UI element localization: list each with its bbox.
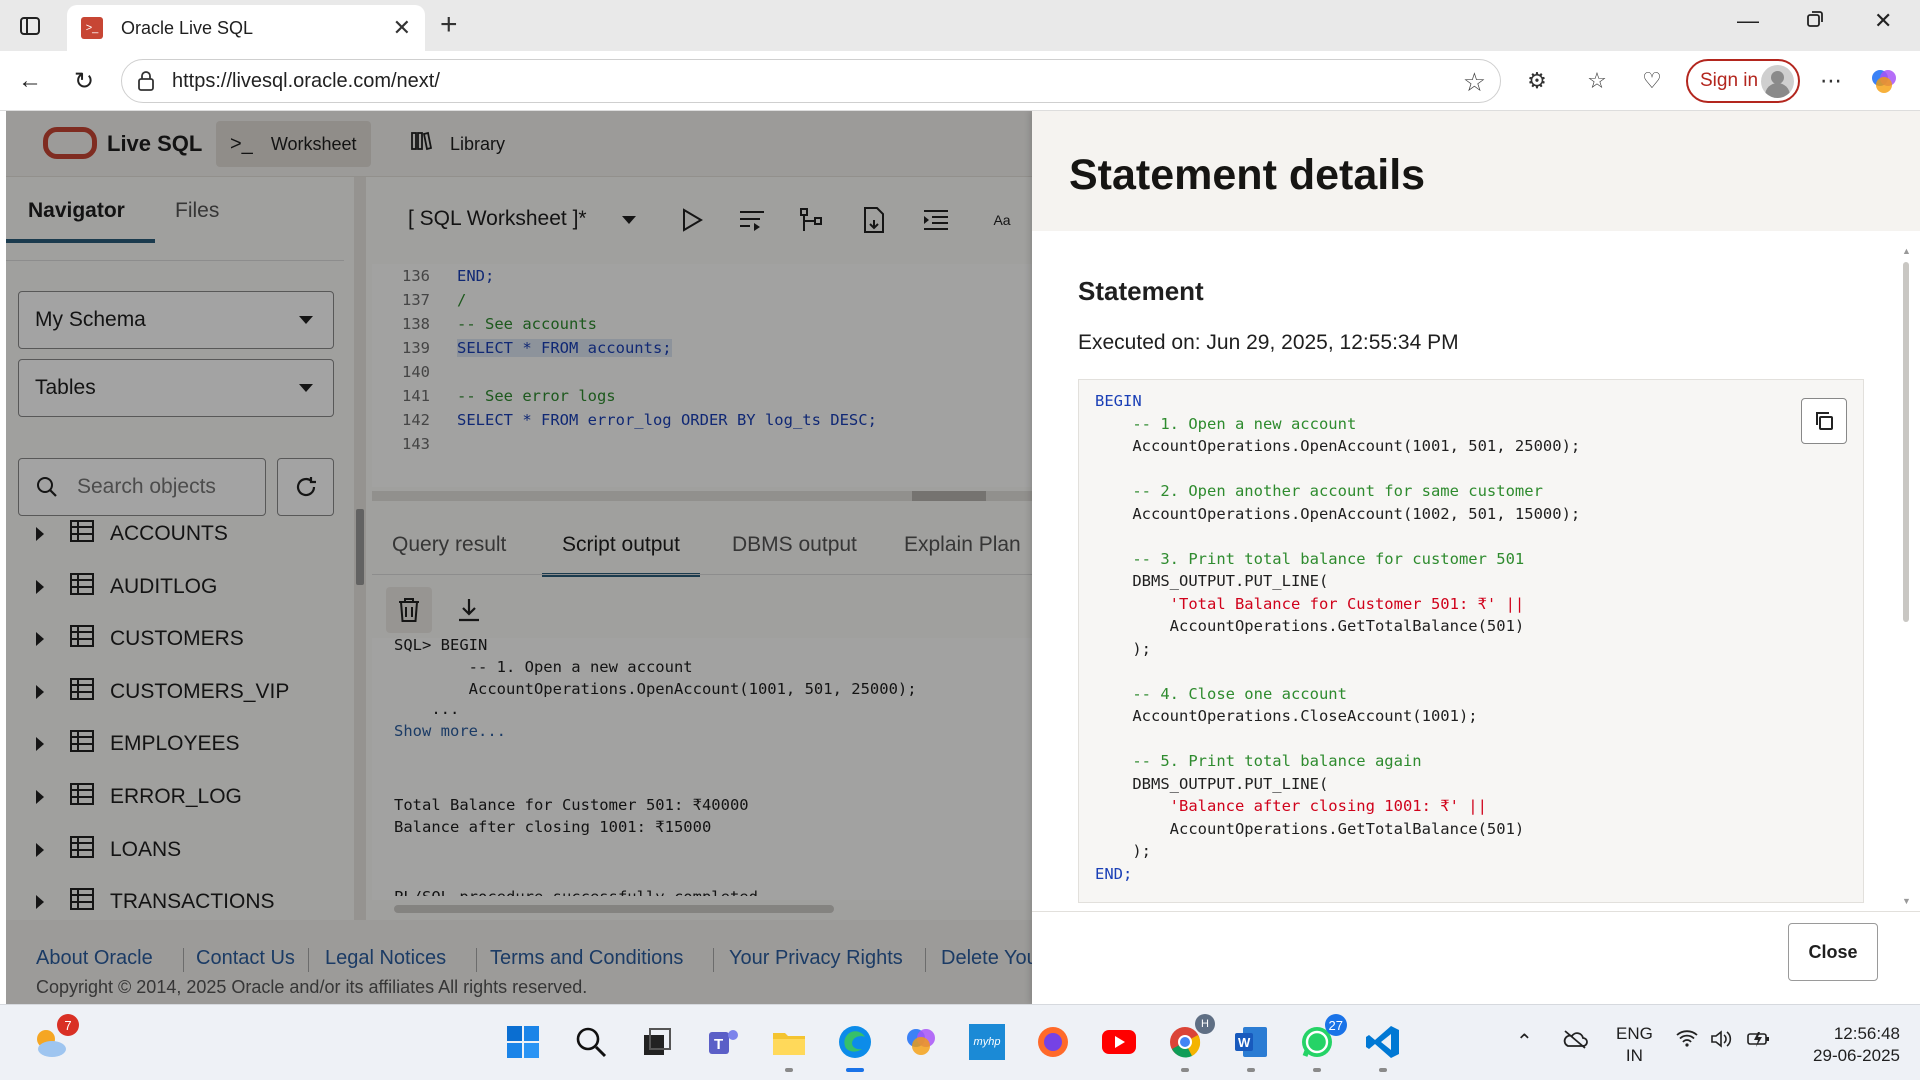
scroll-up-arrow-icon[interactable]: ▲ xyxy=(1902,246,1911,256)
restore-icon[interactable] xyxy=(1806,8,1824,34)
tab-title: Oracle Live SQL xyxy=(121,17,254,38)
clock-date: 29-06-2025 xyxy=(1813,1046,1900,1065)
favorites-icon[interactable]: ☆ xyxy=(1581,65,1613,97)
whatsapp-badge: 27 xyxy=(1324,1014,1347,1036)
new-tab-icon[interactable]: + xyxy=(440,8,458,42)
word-icon[interactable]: W xyxy=(1230,1021,1272,1072)
file-explorer-icon[interactable] xyxy=(768,1021,810,1072)
drawer-title: Statement details xyxy=(1069,151,1426,199)
copilot-icon[interactable] xyxy=(1868,65,1900,97)
divider xyxy=(1032,911,1920,912)
code-line: BEGIN xyxy=(1095,392,1142,410)
code-line: -- 1. Open a new account xyxy=(1095,414,1357,433)
lang-code: ENG xyxy=(1616,1024,1653,1043)
teams-icon[interactable]: T xyxy=(702,1021,744,1063)
running-indicator xyxy=(785,1068,793,1072)
modal-overlay[interactable] xyxy=(6,111,1036,1004)
live-sql-app: Live SQL >_ Worksheet Library Navigator … xyxy=(6,111,1920,1004)
avatar xyxy=(1761,65,1794,98)
copy-icon xyxy=(1816,412,1833,430)
code-line: END; xyxy=(1095,864,1133,883)
minimize-icon[interactable]: — xyxy=(1737,8,1759,34)
whatsapp-icon[interactable]: 27 xyxy=(1296,1014,1347,1072)
reload-icon[interactable]: ↻ xyxy=(66,63,102,99)
active-window-indicator xyxy=(846,1068,864,1072)
browser-tab-bar: >_ Oracle Live SQL ✕ + — ✕ xyxy=(0,0,1920,51)
clock-time: 12:56:48 xyxy=(1833,1024,1900,1043)
code-line: DBMS_OUTPUT.PUT_LINE( xyxy=(1095,572,1329,590)
address-bar-row: ← ↻ https://livesql.oracle.com/next/ ☆ ⚙… xyxy=(0,51,1920,111)
close-tab-icon[interactable]: ✕ xyxy=(393,15,411,41)
lang-region: IN xyxy=(1625,1046,1643,1065)
tab-actions-icon[interactable] xyxy=(14,10,46,42)
start-icon[interactable] xyxy=(502,1021,544,1063)
favorite-star-icon[interactable]: ☆ xyxy=(1463,67,1486,98)
code-line: -- 2. Open another account for same cust… xyxy=(1095,482,1543,500)
firefox-icon[interactable] xyxy=(1032,1021,1074,1063)
url-field[interactable]: https://livesql.oracle.com/next/ ☆ xyxy=(121,59,1501,103)
scrollbar-thumb[interactable] xyxy=(1903,262,1909,622)
weather-badge: 7 xyxy=(57,1014,79,1036)
code-line: ); xyxy=(1095,639,1151,658)
browser-essentials-icon[interactable]: ♡ xyxy=(1636,65,1668,97)
code-line: AccountOperations.OpenAccount(1001, 501,… xyxy=(1095,437,1581,455)
svg-text:T: T xyxy=(714,1036,723,1053)
back-arrow-icon[interactable]: ← xyxy=(12,63,48,99)
onedrive-offline-icon[interactable] xyxy=(1562,1029,1588,1055)
youtube-icon[interactable] xyxy=(1098,1021,1140,1063)
show-hidden-icons-chevron-up-icon[interactable]: ⌃ xyxy=(1516,1029,1533,1054)
input-language-indicator[interactable]: ENG IN xyxy=(1616,1023,1653,1067)
code-line: -- 4. Close one account xyxy=(1095,684,1347,703)
code-line: AccountOperations.GetTotalBalance(501) xyxy=(1095,617,1525,635)
battery-charging-icon[interactable] xyxy=(1746,1029,1772,1055)
close-window-icon[interactable]: ✕ xyxy=(1874,8,1892,34)
myhp-icon[interactable]: myhp xyxy=(966,1021,1008,1063)
code-line: DBMS_OUTPUT.PUT_LINE( xyxy=(1095,774,1329,793)
drawer-scrollbar[interactable]: ▲ ▼ xyxy=(1898,246,1914,906)
close-button[interactable]: Close xyxy=(1788,923,1878,981)
oracle-favicon-icon: >_ xyxy=(81,17,103,39)
weather-widget-icon[interactable]: 7 xyxy=(28,1014,79,1063)
page-viewport: Live SQL >_ Worksheet Library Navigator … xyxy=(6,111,1920,1004)
code-line: 'Balance after closing 1001: ₹' || xyxy=(1095,797,1487,815)
statement-code-block[interactable]: BEGIN -- 1. Open a new account AccountOp… xyxy=(1078,379,1864,903)
task-view-icon[interactable] xyxy=(636,1021,678,1063)
executed-on-text: Executed on: Jun 29, 2025, 12:55:34 PM xyxy=(1078,331,1459,354)
chrome-icon[interactable]: H xyxy=(1164,1014,1215,1072)
extensions-icon[interactable]: ⚙ xyxy=(1521,65,1553,97)
browser-tab-active[interactable]: >_ Oracle Live SQL ✕ xyxy=(67,5,425,51)
chrome-profile-badge: H xyxy=(1195,1014,1215,1034)
drawer-header: Statement details xyxy=(1032,111,1920,231)
svg-text:W: W xyxy=(1238,1035,1251,1050)
code-line: 'Total Balance for Customer 501: ₹' || xyxy=(1095,594,1525,613)
scroll-down-arrow-icon[interactable]: ▼ xyxy=(1902,896,1911,906)
copy-button[interactable] xyxy=(1801,398,1847,444)
code-line: -- 3. Print total balance for customer 5… xyxy=(1095,549,1525,568)
sign-in-button[interactable]: Sign in xyxy=(1686,59,1800,103)
system-clock[interactable]: 12:56:48 29-06-2025 xyxy=(1800,1023,1900,1067)
wifi-icon[interactable] xyxy=(1676,1029,1698,1053)
running-indicator xyxy=(1247,1068,1255,1072)
more-menu-icon[interactable]: ⋯ xyxy=(1815,65,1847,97)
code-line: AccountOperations.CloseAccount(1001); xyxy=(1095,707,1478,725)
edge-browser-icon[interactable] xyxy=(834,1021,876,1072)
code-line: -- 5. Print total balance again xyxy=(1095,752,1422,770)
running-indicator xyxy=(1379,1068,1387,1072)
url-text: https://livesql.oracle.com/next/ xyxy=(172,69,440,92)
myhp-label: myhp xyxy=(969,1024,1005,1060)
volume-icon[interactable] xyxy=(1710,1029,1732,1055)
running-indicator xyxy=(1181,1068,1189,1072)
windows-taskbar: 7 T myhp H W 27 ⌃ ENG IN 12:56:48 29-06-… xyxy=(0,1004,1920,1080)
copilot-app-icon[interactable] xyxy=(900,1021,942,1063)
lock-icon[interactable] xyxy=(136,70,156,98)
code-line: ); xyxy=(1095,842,1151,860)
statement-details-drawer: Statement details Statement Executed on:… xyxy=(1032,111,1920,1004)
running-indicator xyxy=(1313,1068,1321,1072)
code-line: AccountOperations.OpenAccount(1002, 501,… xyxy=(1095,504,1581,523)
vscode-icon[interactable] xyxy=(1362,1021,1404,1072)
statement-heading: Statement xyxy=(1078,276,1204,306)
search-icon[interactable] xyxy=(570,1021,612,1063)
code-line: AccountOperations.GetTotalBalance(501) xyxy=(1095,819,1525,838)
sign-in-label: Sign in xyxy=(1700,70,1759,91)
